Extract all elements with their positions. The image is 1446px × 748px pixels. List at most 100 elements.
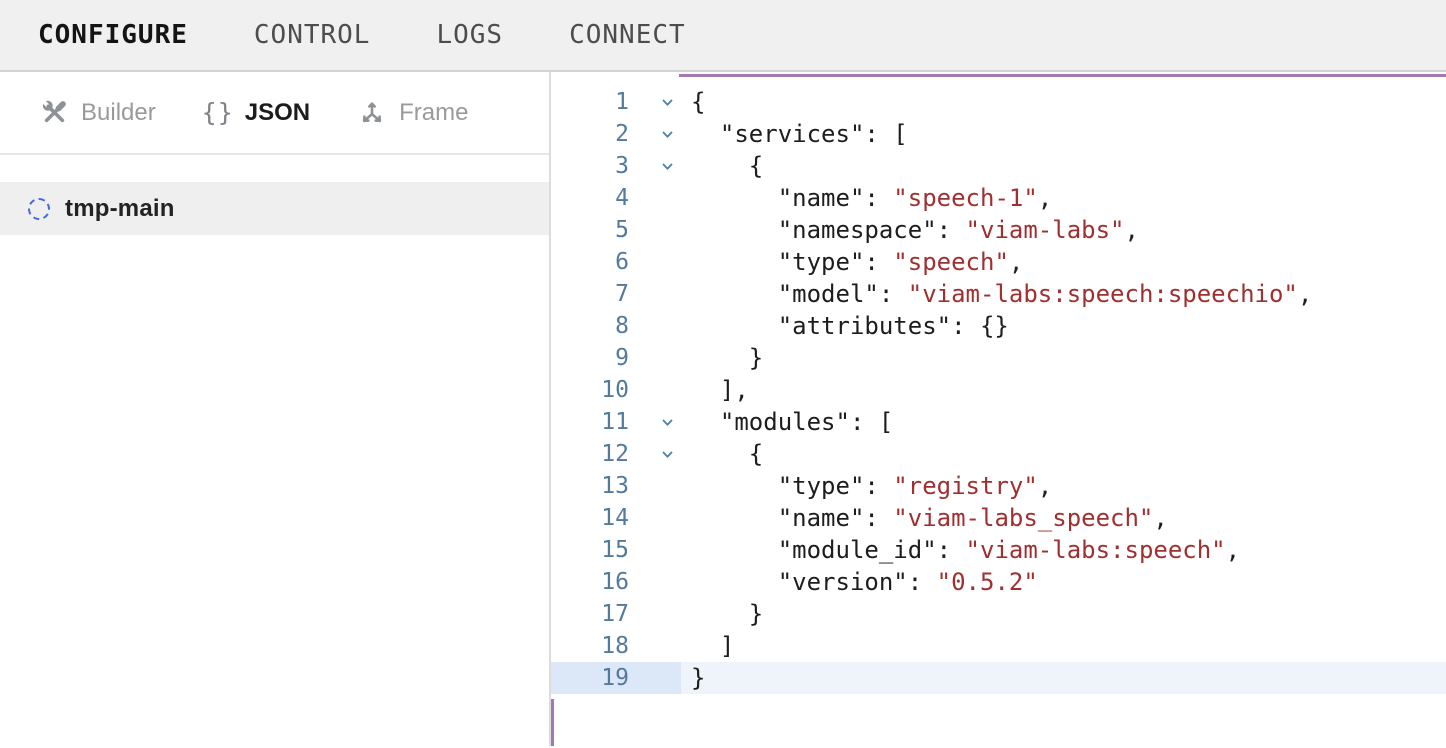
code-text[interactable]: } [681, 342, 763, 374]
code-text[interactable]: { [681, 150, 763, 182]
gutter: 5 [551, 214, 681, 246]
fold-spacer [629, 566, 681, 598]
code-text[interactable]: "namespace": "viam-labs", [681, 214, 1139, 246]
json-editor[interactable]: 1{2 "services": [3 {4 "name": "speech-1"… [551, 72, 1446, 746]
code-text[interactable]: { [681, 438, 763, 470]
fold-spacer [629, 246, 681, 278]
fold-spacer [629, 214, 681, 246]
gutter: 13 [551, 470, 681, 502]
code-line[interactable]: 5 "namespace": "viam-labs", [551, 214, 1446, 246]
fold-spacer [629, 182, 681, 214]
line-number: 1 [551, 86, 629, 118]
nav-tab-logs[interactable]: LOGS [436, 22, 503, 48]
code-text[interactable]: "model": "viam-labs:speech:speechio", [681, 278, 1312, 310]
fold-chevron-icon[interactable] [629, 406, 681, 438]
nav-tab-control[interactable]: CONTROL [254, 22, 371, 48]
gutter: 4 [551, 182, 681, 214]
line-number: 16 [551, 566, 629, 598]
fold-spacer [629, 374, 681, 406]
code-text[interactable]: ] [681, 630, 734, 662]
fold-chevron-icon[interactable] [629, 150, 681, 182]
code-line[interactable]: 8 "attributes": {} [551, 310, 1446, 342]
gutter: 11 [551, 406, 681, 438]
code-line[interactable]: 3 { [551, 150, 1446, 182]
code-line[interactable]: 16 "version": "0.5.2" [551, 566, 1446, 598]
fold-chevron-icon[interactable] [629, 86, 681, 118]
editor-focus-outline-top [679, 74, 1446, 77]
code-text[interactable]: "attributes": {} [681, 310, 1009, 342]
code-line[interactable]: 6 "type": "speech", [551, 246, 1446, 278]
code-text[interactable]: "name": "viam-labs_speech", [681, 502, 1168, 534]
code-text[interactable]: "type": "registry", [681, 470, 1052, 502]
tab-label: Frame [399, 99, 468, 127]
fold-spacer [629, 342, 681, 374]
code-line[interactable]: 15 "module_id": "viam-labs:speech", [551, 534, 1446, 566]
line-number: 11 [551, 406, 629, 438]
code-line[interactable]: 19} [551, 662, 1446, 694]
code-line[interactable]: 1{ [551, 86, 1446, 118]
fold-chevron-icon[interactable] [629, 438, 681, 470]
fold-spacer [629, 598, 681, 630]
code-text[interactable]: } [681, 662, 705, 694]
gutter: 10 [551, 374, 681, 406]
sidebar-tab-json[interactable]: {}JSON [204, 99, 310, 127]
line-number: 12 [551, 438, 629, 470]
code-line[interactable]: 13 "type": "registry", [551, 470, 1446, 502]
fold-spacer [629, 470, 681, 502]
sidebar-tab-builder[interactable]: Builder [40, 99, 156, 127]
line-number: 17 [551, 598, 629, 630]
gutter: 3 [551, 150, 681, 182]
code-line[interactable]: 9 } [551, 342, 1446, 374]
code-text[interactable]: } [681, 598, 763, 630]
gutter: 14 [551, 502, 681, 534]
gutter: 18 [551, 630, 681, 662]
code-text[interactable]: "modules": [ [681, 406, 893, 438]
braces-icon: {} [204, 99, 232, 127]
code-text[interactable]: "module_id": "viam-labs:speech", [681, 534, 1240, 566]
code-text[interactable]: "type": "speech", [681, 246, 1023, 278]
code-area[interactable]: 1{2 "services": [3 {4 "name": "speech-1"… [551, 72, 1446, 694]
code-text[interactable]: "name": "speech-1", [681, 182, 1052, 214]
main-content: Builder{}JSONFrame tmp-main 1{2 "service… [0, 72, 1446, 746]
gutter: 7 [551, 278, 681, 310]
code-line[interactable]: 2 "services": [ [551, 118, 1446, 150]
code-text[interactable]: ], [681, 374, 749, 406]
gutter: 17 [551, 598, 681, 630]
line-number: 13 [551, 470, 629, 502]
code-line[interactable]: 7 "model": "viam-labs:speech:speechio", [551, 278, 1446, 310]
top-nav: CONFIGURE CONTROL LOGS CONNECT [0, 0, 1446, 72]
fold-spacer [629, 630, 681, 662]
mode-tabs: Builder {}JSON Frame [0, 72, 549, 155]
code-line[interactable]: 17 } [551, 598, 1446, 630]
code-line[interactable]: 4 "name": "speech-1", [551, 182, 1446, 214]
sidebar-tab-frame[interactable]: Frame [358, 99, 468, 127]
nav-tab-configure[interactable]: CONFIGURE [38, 22, 188, 48]
line-number: 2 [551, 118, 629, 150]
fold-chevron-icon[interactable] [629, 118, 681, 150]
line-number: 9 [551, 342, 629, 374]
code-line[interactable]: 10 ], [551, 374, 1446, 406]
code-line[interactable]: 12 { [551, 438, 1446, 470]
machine-part-row[interactable]: tmp-main [0, 182, 549, 235]
code-line[interactable]: 18 ] [551, 630, 1446, 662]
code-line[interactable]: 14 "name": "viam-labs_speech", [551, 502, 1446, 534]
line-number: 19 [551, 662, 629, 694]
line-number: 14 [551, 502, 629, 534]
fold-spacer [629, 310, 681, 342]
code-text[interactable]: "version": "0.5.2" [681, 566, 1038, 598]
nav-tab-connect[interactable]: CONNECT [569, 22, 686, 48]
fold-spacer [629, 502, 681, 534]
tab-label: Builder [81, 99, 156, 127]
gutter: 12 [551, 438, 681, 470]
line-number: 6 [551, 246, 629, 278]
gutter: 8 [551, 310, 681, 342]
code-line[interactable]: 11 "modules": [ [551, 406, 1446, 438]
gutter: 15 [551, 534, 681, 566]
line-number: 3 [551, 150, 629, 182]
line-number: 7 [551, 278, 629, 310]
fold-spacer [629, 278, 681, 310]
code-text[interactable]: "services": [ [681, 118, 908, 150]
code-text[interactable]: { [681, 86, 705, 118]
part-status-dashed-circle-icon [28, 198, 50, 220]
fold-spacer [629, 534, 681, 566]
